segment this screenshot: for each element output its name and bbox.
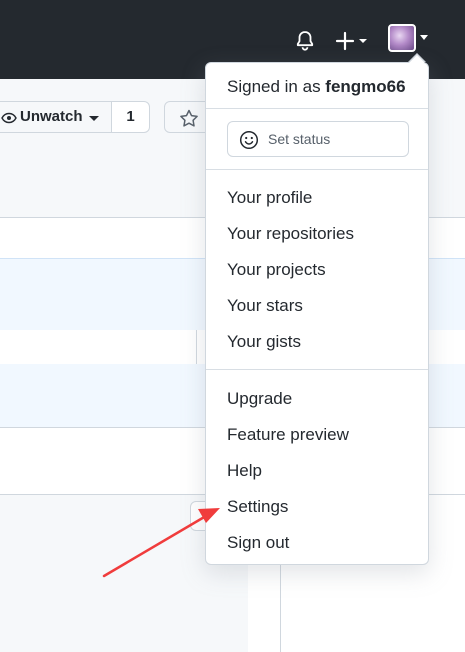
menu-item-your-projects[interactable]: Your projects [227, 260, 326, 280]
menu-item-your-gists[interactable]: Your gists [227, 332, 301, 352]
watchers-count[interactable]: 1 [112, 101, 150, 133]
unwatch-label: Unwatch [20, 108, 83, 125]
menu-divider [206, 108, 428, 109]
create-new-dropdown[interactable] [333, 29, 373, 53]
menu-pointer-fill [409, 55, 425, 63]
menu-divider [206, 169, 428, 170]
signed-in-prefix: Signed in as [227, 77, 326, 96]
chevron-down-icon [420, 35, 428, 40]
signed-in-text: Signed in as fengmo66 [227, 77, 406, 97]
menu-item-upgrade[interactable]: Upgrade [227, 389, 292, 409]
username: fengmo66 [325, 77, 406, 96]
unwatch-button[interactable]: Unwatch [0, 101, 112, 133]
eye-icon [1, 112, 17, 124]
column-divider [280, 565, 281, 652]
column-divider [196, 330, 197, 364]
menu-item-your-repositories[interactable]: Your repositories [227, 224, 354, 244]
user-dropdown-menu: Signed in as fengmo66 Set status Your pr… [205, 62, 429, 565]
menu-item-sign-out[interactable]: Sign out [227, 533, 289, 553]
menu-item-settings[interactable]: Settings [227, 497, 288, 517]
menu-divider [206, 369, 428, 370]
set-status-button[interactable]: Set status [227, 121, 409, 157]
menu-item-your-profile[interactable]: Your profile [227, 188, 312, 208]
plus-icon [335, 31, 367, 51]
chevron-down-icon [89, 116, 99, 121]
star-icon [180, 109, 198, 127]
menu-item-help[interactable]: Help [227, 461, 262, 481]
avatar[interactable] [388, 24, 416, 52]
menu-item-your-stars[interactable]: Your stars [227, 296, 303, 316]
bell-icon[interactable] [293, 29, 317, 53]
smiley-icon [239, 130, 259, 150]
set-status-label: Set status [268, 131, 331, 147]
menu-item-feature-preview[interactable]: Feature preview [227, 425, 349, 445]
